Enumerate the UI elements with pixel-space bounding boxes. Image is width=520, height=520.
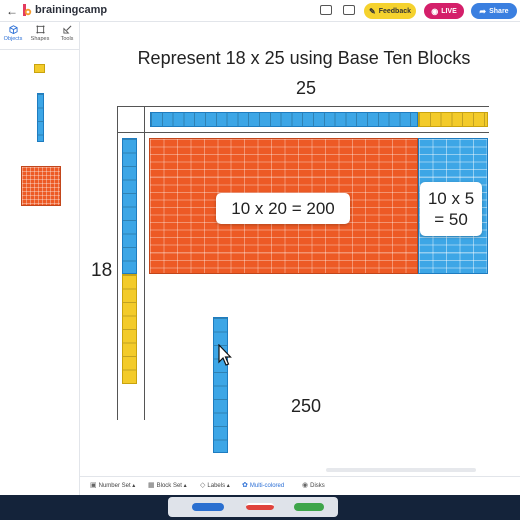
ruler-icon (62, 25, 71, 34)
block-set-icon: ▦ (148, 482, 155, 489)
labels-label: Labels (207, 483, 226, 489)
share-label: Share (489, 7, 509, 15)
app: ← brainingcamp ✎ Feedback ◉ LIVE ➦ Share (0, 0, 520, 520)
frame-factor-line (144, 106, 145, 420)
palette-ones-cube[interactable] (34, 64, 45, 73)
total-label: 250 (291, 396, 322, 416)
keyboard-icon[interactable] (320, 5, 332, 15)
top-ones-cubes[interactable] (418, 112, 488, 127)
side-factor-label: 18 (91, 260, 113, 281)
partial-product-ones[interactable]: 10 x 5 = 50 (420, 182, 482, 236)
dragged-tens-rod[interactable] (213, 317, 228, 453)
number-set-button[interactable]: ▣ Number Set ▴ (90, 481, 135, 489)
chat-icon: ✎ (369, 6, 376, 16)
feedback-button[interactable]: ✎ Feedback (364, 3, 416, 19)
back-arrow-icon[interactable]: ← (6, 4, 18, 18)
brainingcamp-logo (23, 4, 32, 16)
green-pen-icon[interactable] (294, 503, 324, 511)
monitor-icon: ▣ (90, 482, 97, 489)
live-label: LIVE (441, 7, 457, 15)
tab-shapes[interactable]: Shapes (27, 25, 53, 47)
partial-product-tens[interactable]: 10 x 20 = 200 (216, 193, 350, 224)
tab-tools-label: Tools (60, 36, 74, 42)
share-button[interactable]: ➦ Share (471, 3, 517, 19)
red-marker-icon[interactable] (246, 503, 274, 510)
broadcast-icon: ◉ (431, 6, 439, 16)
page-title: Represent 18 x 25 using Base Ten Blocks (137, 48, 471, 68)
cube-icon (8, 25, 18, 34)
disks-toggle[interactable]: ◉ Disks (302, 481, 325, 489)
brand-name: brainingcamp (35, 4, 108, 16)
bottom-toolbar: ▣ Number Set ▴ ▦ Block Set ▴ ◇ Labels ▴ ✿ Mu… (80, 476, 520, 494)
frame-left-line (117, 106, 118, 420)
top-factor-label: 25 (296, 78, 317, 98)
frame-top-line (117, 106, 489, 107)
shapes-icon (35, 25, 45, 34)
share-arrow-icon: ➦ (479, 6, 487, 16)
palette-icon: ✿ (242, 482, 248, 489)
tab-objects[interactable]: Objects (0, 25, 26, 47)
multi-colored-toggle[interactable]: ✿ Multi-colored (242, 481, 284, 489)
live-button[interactable]: ◉ LIVE (424, 3, 464, 19)
pen-tray (168, 497, 338, 517)
side-ones-cubes[interactable] (122, 274, 137, 384)
block-set-button[interactable]: ▦ Block Set ▴ (148, 481, 187, 489)
partial-product-ones-line2: = 50 (434, 210, 468, 229)
disks-label: Disks (310, 483, 325, 489)
block-set-label: Block Set (156, 483, 182, 489)
video-icon[interactable] (343, 5, 355, 15)
mouse-cursor-icon (218, 344, 232, 366)
tag-icon: ◇ (200, 482, 206, 489)
top-bar: ← brainingcamp ✎ Feedback ◉ LIVE ➦ Share (0, 0, 520, 22)
top-tens-rods[interactable] (150, 112, 418, 127)
number-set-label: Number Set (98, 483, 131, 489)
tab-divider (0, 49, 80, 50)
tab-shapes-label: Shapes (30, 36, 50, 42)
frame-header-line (117, 132, 489, 133)
tab-objects-label: Objects (3, 36, 23, 42)
objects-panel: Objects Shapes Tools (0, 22, 80, 496)
multi-colored-label: Multi-colored (249, 483, 285, 489)
palette-hundreds-flat[interactable] (21, 166, 61, 206)
disk-icon: ◉ (302, 482, 309, 489)
labels-button[interactable]: ◇ Labels ▴ (200, 481, 230, 489)
palette-tens-rod[interactable] (37, 93, 44, 142)
side-tens-rod[interactable] (122, 138, 137, 274)
blue-pen-icon[interactable] (192, 503, 224, 511)
horizontal-scrollbar[interactable] (326, 468, 476, 472)
tab-tools[interactable]: Tools (54, 25, 80, 47)
feedback-label: Feedback (378, 7, 411, 15)
partial-product-ones-line1: 10 x 5 (427, 189, 475, 208)
drawing-dock (0, 495, 520, 520)
